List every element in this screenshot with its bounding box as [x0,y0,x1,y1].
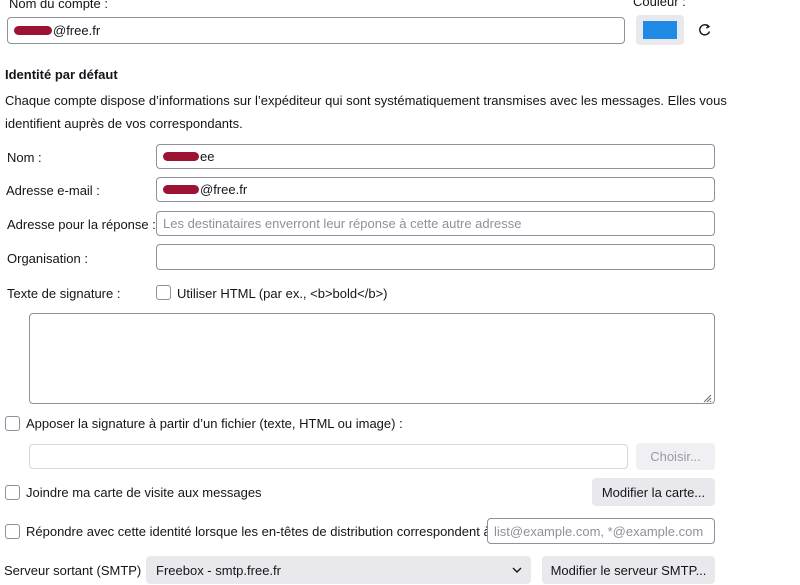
color-swatch [643,21,677,39]
reply-identity-placeholder: list@example.com, *@example.com [494,523,704,539]
name-label: Nom : [7,150,42,165]
edit-smtp-button[interactable]: Modifier le serveur SMTP... [542,556,715,584]
account-name-value: @free.fr [53,23,101,38]
reply-identity-label: Répondre avec cette identité lorsque les… [26,524,498,539]
chevron-down-icon [511,564,523,576]
signature-textarea[interactable] [29,313,715,404]
reply-to-input[interactable]: Les destinataires enverront leur réponse… [156,211,715,236]
smtp-selected-value: Freebox - smtp.free.fr [156,562,281,578]
reply-identity-checkbox[interactable] [5,524,20,539]
use-html-checkbox[interactable] [156,285,171,300]
name-value: ee [200,149,215,164]
vcard-label: Joindre ma carte de visite aux messages [26,485,262,500]
email-input[interactable]: @free.fr [156,177,715,202]
identity-description-line2: identifient auprès de vos correspondants… [5,116,243,131]
account-color-label: Couleur : [633,0,686,9]
vcard-checkbox[interactable] [5,485,20,500]
organization-input[interactable] [156,244,715,270]
signature-label: Texte de signature : [7,286,121,301]
signature-file-path-input[interactable] [29,444,628,469]
smtp-label: Serveur sortant (SMTP) : [4,563,149,578]
account-name-label: Nom du compte : [9,0,108,11]
identity-heading: Identité par défaut [5,67,118,82]
signature-file-checkbox[interactable] [5,416,20,431]
color-picker-button[interactable] [636,15,684,45]
smtp-select[interactable]: Freebox - smtp.free.fr [146,556,531,584]
reply-to-placeholder: Les destinataires enverront leur réponse… [163,216,522,231]
email-value: @free.fr [200,182,248,197]
account-name-input[interactable]: @free.fr [7,17,625,44]
identity-description-line1: Chaque compte dispose d’informations sur… [5,93,727,108]
resize-grip-icon[interactable] [702,391,712,403]
name-input[interactable]: ee [156,144,715,169]
email-label: Adresse e-mail : [6,183,100,198]
organization-label: Organisation : [7,251,88,266]
use-html-label: Utiliser HTML (par ex., <b>bold</b>) [177,286,388,301]
redacted-mark [14,26,52,35]
refresh-icon[interactable] [697,22,713,38]
reply-identity-input[interactable]: list@example.com, *@example.com [487,518,715,544]
signature-file-label: Apposer la signature à partir d’un fichi… [26,416,403,431]
redacted-mark [163,152,199,161]
reply-to-label: Adresse pour la réponse : [7,217,156,232]
redacted-mark [163,185,199,194]
edit-vcard-button[interactable]: Modifier la carte... [592,478,715,506]
choose-file-button[interactable]: Choisir... [636,443,715,470]
